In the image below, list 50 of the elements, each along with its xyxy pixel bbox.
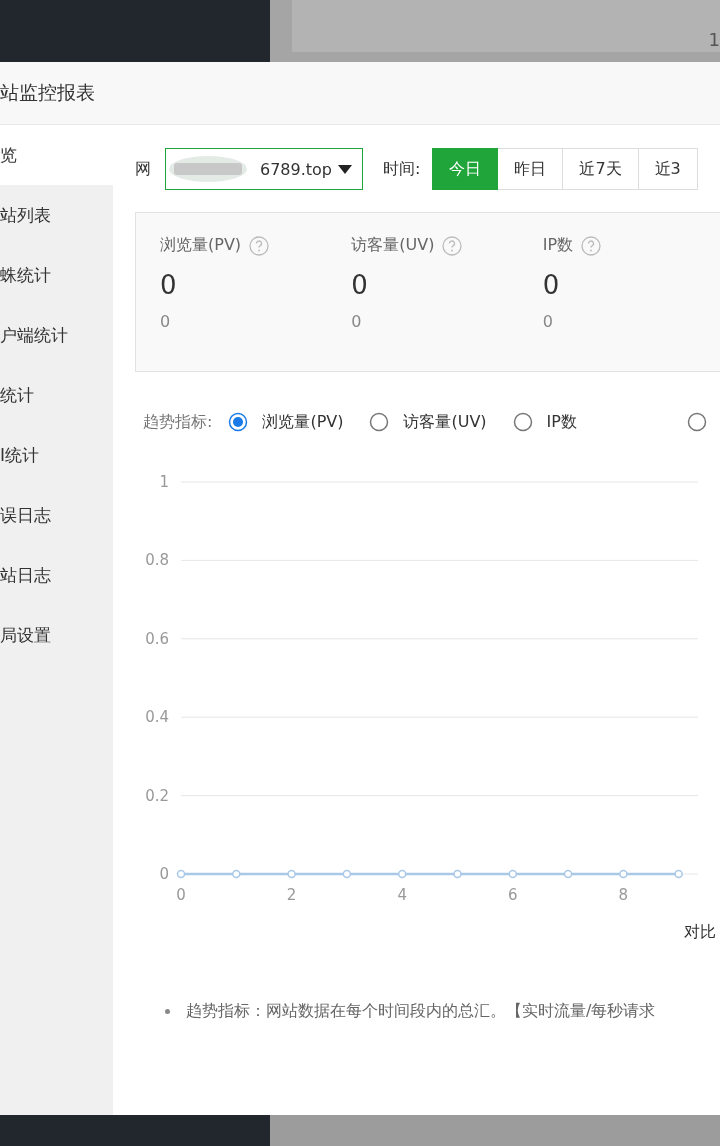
site-label: 网	[135, 158, 151, 180]
radio-label[interactable]: 访客量(UV)	[403, 411, 487, 433]
nav-item[interactable]: 览	[0, 125, 113, 185]
stat-subvalue: 0	[542, 312, 554, 331]
nav-item[interactable]: 误日志	[0, 485, 113, 545]
site-select[interactable]: 6789.top	[165, 148, 363, 190]
trend-label: 趋势指标:	[143, 411, 213, 433]
x-tick-label: 6	[508, 886, 518, 904]
nav-item[interactable]: 站列表	[0, 185, 113, 245]
radio-button[interactable]	[228, 412, 249, 432]
nav-item[interactable]: 蛛统计	[0, 245, 113, 305]
blur-mask-icon	[168, 154, 248, 184]
time-range-button[interactable]: 近7天	[563, 148, 639, 190]
note-text: 趋势指标：网站数据在每个时间段内的总汇。【实时流量/每秒请求	[186, 1000, 656, 1022]
panel-text: 1	[708, 30, 720, 50]
stat-value: 0	[160, 270, 178, 300]
time-range-button[interactable]: 近3	[638, 148, 698, 190]
stat-label: IP数	[542, 235, 574, 256]
y-tick-label: 0.6	[145, 629, 169, 648]
nav-item[interactable]: 户端统计	[0, 305, 113, 365]
y-tick-label: 0.4	[145, 708, 169, 727]
compare-label: 对比	[684, 922, 716, 943]
stat-label: 访客量(UV)	[351, 235, 435, 256]
stat-subvalue: 0	[351, 312, 363, 331]
radio-button[interactable]	[687, 412, 707, 432]
modal-title: 站监控报表	[0, 80, 95, 105]
x-tick-label: 0	[176, 886, 186, 904]
time-range-button[interactable]: 昨日	[498, 148, 564, 190]
x-tick-label: 4	[397, 886, 407, 904]
stat-subvalue: 0	[160, 312, 172, 331]
stat-label: 浏览量(PV)	[160, 235, 242, 256]
y-tick-label: 0.2	[145, 786, 169, 805]
time-label: 时间:	[383, 158, 421, 180]
nav-item[interactable]: 站日志	[0, 545, 113, 605]
nav-item[interactable]: 统计	[0, 365, 113, 425]
stat-value: 0	[542, 270, 561, 300]
radio-label[interactable]: IP数	[546, 411, 577, 433]
caret-icon	[338, 164, 352, 174]
stat-value: 0	[351, 270, 369, 300]
y-tick-label: 0.8	[145, 551, 169, 570]
bullet-icon	[165, 1008, 170, 1014]
y-tick-label: 0	[159, 865, 169, 883]
radio-button[interactable]	[512, 412, 533, 432]
x-tick-label: 2	[286, 886, 297, 904]
y-tick-label: 1	[159, 473, 169, 491]
x-tick-label: 8	[618, 886, 629, 904]
radio-label[interactable]: 浏览量(PV)	[262, 411, 344, 433]
radio-button[interactable]	[369, 412, 390, 432]
nav-item[interactable]: 局设置	[0, 605, 113, 665]
nav-item[interactable]: I统计	[0, 425, 113, 485]
